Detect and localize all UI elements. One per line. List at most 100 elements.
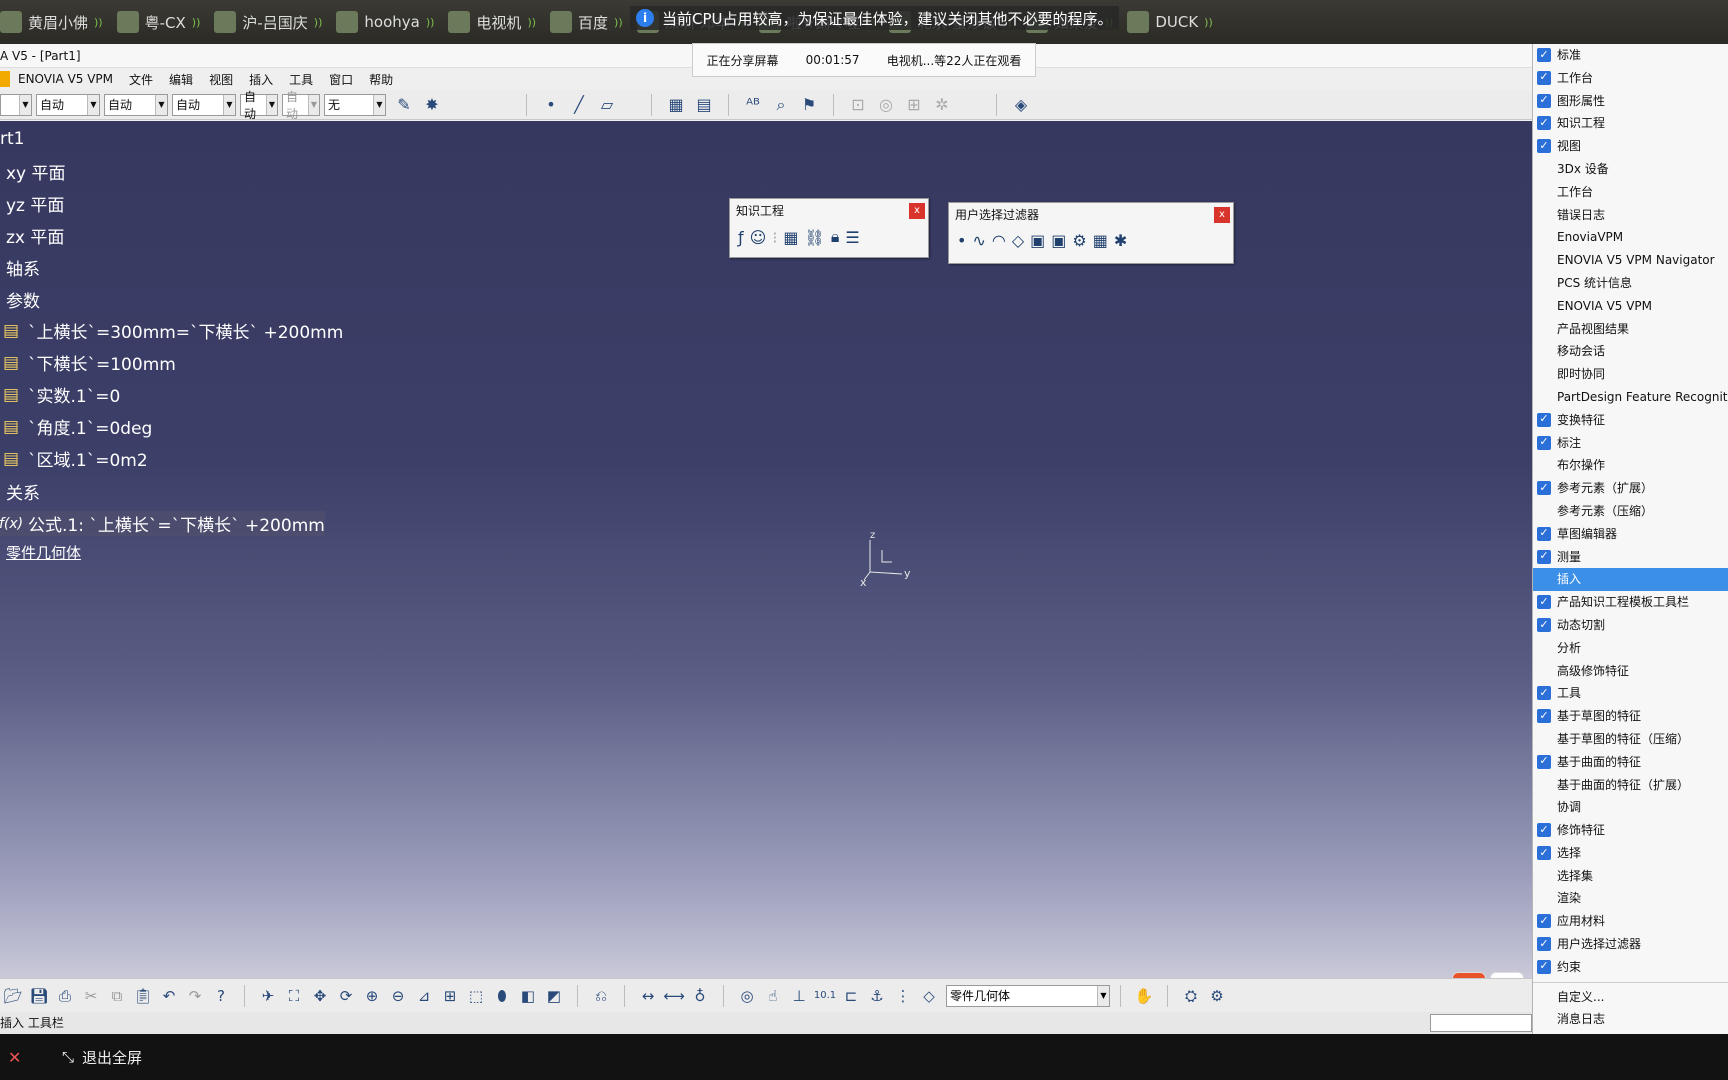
value-icon[interactable]: 10.1 bbox=[814, 985, 836, 1007]
pan-icon[interactable]: ✥ bbox=[309, 985, 331, 1007]
tree-formula[interactable]: f(x) 公式.1: `上横长`=`下横长` +200mm bbox=[0, 511, 325, 536]
plane-icon[interactable]: ▱ bbox=[595, 94, 619, 116]
close-icon[interactable]: x bbox=[909, 203, 925, 219]
user-filter-panel-title[interactable]: 用户选择过滤器 x bbox=[949, 203, 1233, 227]
tree-zx-plane[interactable]: zx 平面 bbox=[6, 223, 64, 248]
toolbar-menu-item[interactable]: ✓ 测量 bbox=[1533, 546, 1728, 569]
table-icon[interactable]: ▦ bbox=[783, 228, 798, 247]
tree-relations[interactable]: 关系 bbox=[6, 479, 40, 504]
open-icon[interactable]: 📂︎ bbox=[2, 985, 24, 1007]
diagram-icon[interactable]: ⛓ bbox=[805, 228, 825, 247]
zoom-out-icon[interactable]: ⊖ bbox=[387, 985, 409, 1007]
toolbar-menu-item[interactable]: ✓ 视图 bbox=[1533, 135, 1728, 158]
rotate-icon[interactable]: ⟳ bbox=[335, 985, 357, 1007]
toolbar-menu-item[interactable]: ✓ 知识工程 bbox=[1533, 112, 1728, 135]
toolbar-menu-item[interactable]: 基于草图的特征（压缩） bbox=[1533, 728, 1728, 751]
toolbar-menu-item[interactable]: 渲染 bbox=[1533, 887, 1728, 910]
toolbar-menu-item[interactable]: ✓ 图形属性 bbox=[1533, 90, 1728, 113]
menu-window[interactable]: 窗口 bbox=[321, 71, 361, 88]
menu-enovia[interactable]: ENOVIA V5 VPM bbox=[10, 72, 121, 86]
message-log-menu-item[interactable]: 消息日志 bbox=[1533, 1008, 1728, 1031]
feature-element-filter-icon[interactable]: ▣ bbox=[1030, 231, 1045, 250]
fly-mode-icon[interactable]: ✈ bbox=[257, 985, 279, 1007]
menu-help[interactable]: 帮助 bbox=[361, 71, 401, 88]
tree-parameters[interactable]: 参数 bbox=[6, 287, 40, 312]
spelling-icon[interactable]: ᴬᴮ bbox=[741, 94, 765, 116]
painter-icon[interactable]: ✎ bbox=[392, 94, 416, 116]
toolbar-menu-item[interactable]: ✓ 基于曲面的特征 bbox=[1533, 751, 1728, 774]
toolbar-menu-item[interactable]: ✓ 变换特征 bbox=[1533, 409, 1728, 432]
shading-icon[interactable]: ⬮ bbox=[491, 985, 513, 1007]
exit-fullscreen-button[interactable]: ⤡ 退出全屏 bbox=[62, 1047, 142, 1068]
point-filter-icon[interactable]: • bbox=[957, 231, 966, 250]
viewer-item[interactable]: 百度)) bbox=[550, 11, 623, 33]
tree-axis-system[interactable]: 轴系 bbox=[6, 255, 40, 280]
knowledge-panel-title[interactable]: 知识工程 x bbox=[730, 199, 928, 223]
camera-off-icon[interactable]: ✕ bbox=[8, 1047, 32, 1067]
toolbar-menu-item[interactable]: 3Dx 设备 bbox=[1533, 158, 1728, 181]
tree-xy-plane[interactable]: xy 平面 bbox=[6, 159, 66, 184]
quick-select-icon[interactable]: ▦ bbox=[1093, 231, 1108, 250]
toolbar-menu-item[interactable]: 协调 bbox=[1533, 796, 1728, 819]
toolbar-menu-item[interactable]: ✓ 修饰特征 bbox=[1533, 819, 1728, 842]
stamp-icon[interactable]: ⚑ bbox=[797, 94, 821, 116]
transparency-combo[interactable]: 自动 ▼ bbox=[36, 93, 100, 116]
layers-icon[interactable]: ◈ bbox=[1009, 94, 1033, 116]
toolbar-menu-item[interactable]: 即时协同 bbox=[1533, 363, 1728, 386]
viewer-item[interactable]: 黄眉小佛)) bbox=[0, 11, 103, 33]
table-icon[interactable]: ▦ bbox=[664, 94, 688, 116]
menu-tools[interactable]: 工具 bbox=[281, 71, 321, 88]
toolbar-menu-item[interactable]: 移动会话 bbox=[1533, 340, 1728, 363]
lock-icon[interactable]: 🔒︎ bbox=[831, 227, 840, 247]
toolbar-menu-item[interactable]: 插入 bbox=[1533, 568, 1728, 592]
iso-view-icon[interactable]: ⬚ bbox=[465, 985, 487, 1007]
tree-param-row[interactable]: ▤ `区域.1`=0m2 bbox=[0, 446, 148, 472]
tree-param-row[interactable]: ▤ `上横长`=300mm=`下横长` +200mm bbox=[0, 318, 343, 344]
toolbar-menu-item[interactable]: ✓ 参考元素（扩展） bbox=[1533, 477, 1728, 500]
save-icon[interactable]: 💾︎ bbox=[28, 985, 50, 1007]
knowledge-template-icon[interactable]: ⛭ bbox=[1180, 985, 1202, 1007]
viewer-item[interactable]: 电视机)) bbox=[448, 11, 536, 33]
dynamic-section-icon[interactable]: ◎ bbox=[736, 985, 758, 1007]
viewer-item[interactable]: DUCK)) bbox=[1127, 11, 1213, 33]
hand-icon[interactable]: ☝ bbox=[762, 985, 784, 1007]
viewer-item[interactable]: 粤-CX)) bbox=[116, 11, 200, 33]
grid-disabled-icon[interactable]: ⊡ bbox=[846, 94, 870, 116]
point-symbol-combo[interactable]: 自动 ▼ bbox=[240, 90, 278, 121]
toolbar-menu-item[interactable]: ✓ 工具 bbox=[1533, 682, 1728, 705]
geometry-filter-icon[interactable]: ▣ bbox=[1051, 231, 1066, 250]
ruler-icon[interactable]: ⋮ bbox=[892, 985, 914, 1007]
toolbar-menu-item[interactable]: ✓ 标准 bbox=[1533, 44, 1728, 67]
layer-combo[interactable]: 无 ▼ bbox=[324, 93, 386, 116]
catia-app-icon[interactable] bbox=[0, 71, 10, 87]
volume-filter-icon[interactable]: ◇ bbox=[1012, 231, 1024, 250]
constraint-icon[interactable]: ⊏ bbox=[840, 985, 862, 1007]
axis-icon[interactable]: ⊥ bbox=[788, 985, 810, 1007]
toolbar-menu-item[interactable]: 分析 bbox=[1533, 637, 1728, 660]
measure-between-icon[interactable]: ↔ bbox=[637, 985, 659, 1007]
tree-part-body[interactable]: 零件几何体 bbox=[6, 542, 81, 563]
swap-space-icon[interactable]: ◩ bbox=[543, 985, 565, 1007]
tree-param-row[interactable]: ▤ `下横长`=100mm bbox=[0, 350, 176, 376]
apply-material-icon[interactable]: ✋ bbox=[1133, 985, 1155, 1007]
measure-item-icon[interactable]: ⟷ bbox=[663, 985, 685, 1007]
normal-view-icon[interactable]: ⊿ bbox=[413, 985, 435, 1007]
menu-edit[interactable]: 编辑 bbox=[161, 71, 201, 88]
catalog-icon[interactable]: ▤ bbox=[692, 94, 716, 116]
close-icon[interactable]: x bbox=[1214, 207, 1230, 223]
toolbar-menu-item[interactable]: ✓ 草图编辑器 bbox=[1533, 523, 1728, 546]
toolbar-menu-item[interactable]: ✓ 标注 bbox=[1533, 432, 1728, 455]
comment-icon[interactable]: ☺ bbox=[750, 228, 767, 247]
grid-icon[interactable]: ⊞ bbox=[902, 94, 926, 116]
body-selector[interactable]: 零件几何体 ▼ bbox=[946, 984, 1110, 1007]
powercopy-icon[interactable]: ⚙ bbox=[1206, 985, 1228, 1007]
customize-menu-item[interactable]: 自定义... bbox=[1533, 986, 1728, 1009]
toolbar-menu-item[interactable]: ✓ 用户选择过滤器 bbox=[1533, 933, 1728, 956]
toolbar-menu-item[interactable]: ENOVIA V5 VPM Navigator bbox=[1533, 249, 1728, 272]
toolbar-menu-item[interactable]: PartDesign Feature Recognition bbox=[1533, 386, 1728, 409]
snap-disabled-icon[interactable]: ◎ bbox=[874, 94, 898, 116]
body-icon[interactable]: ◇ bbox=[918, 985, 940, 1007]
surface-filter-icon[interactable]: ◠ bbox=[992, 231, 1006, 250]
fit-all-icon[interactable]: ⛶ bbox=[283, 985, 305, 1007]
toolbar-menu-item[interactable]: ✓ 选择 bbox=[1533, 842, 1728, 865]
